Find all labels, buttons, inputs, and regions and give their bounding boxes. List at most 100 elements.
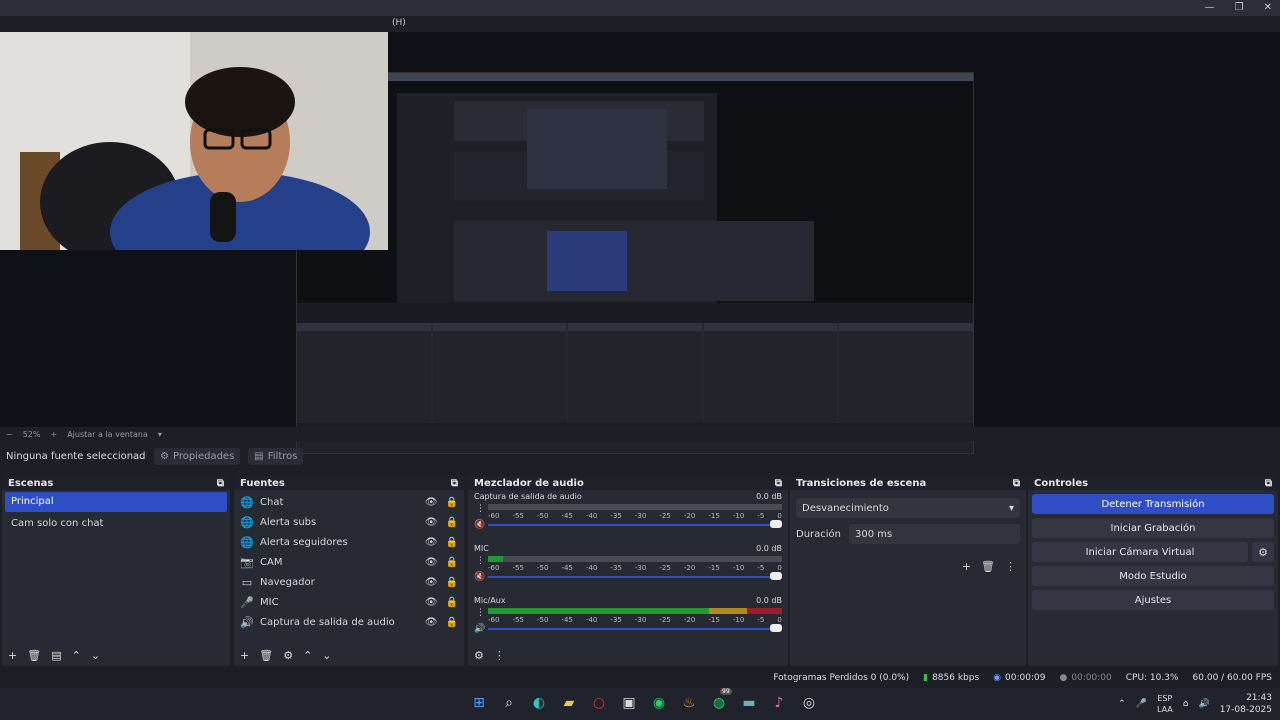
volume-slider[interactable] xyxy=(488,624,782,632)
source-item[interactable]: 🔊 Captura de salida de audio 👁 🔒 xyxy=(234,612,464,632)
record-time: 00:00:00 xyxy=(1071,673,1112,683)
chevron-up-icon[interactable]: ⌃ xyxy=(303,649,312,662)
eye-icon[interactable]: 👁 xyxy=(425,517,438,528)
search-icon[interactable]: ⌕ xyxy=(500,694,518,712)
trash-icon[interactable]: 🗑 xyxy=(259,649,273,662)
undock-icon[interactable]: ⧉ xyxy=(1013,478,1020,489)
duration-input[interactable]: 300 ms xyxy=(849,524,1020,544)
mixer-settings-icon[interactable]: ⚙ xyxy=(474,649,484,662)
muted-speaker-icon[interactable]: 🔇 xyxy=(474,520,485,530)
close-icon[interactable]: ✕ xyxy=(1264,2,1272,13)
properties-bar: Ninguna fuente seleccionad ⚙ Propiedades… xyxy=(0,444,1280,468)
undock-icon[interactable]: ⧉ xyxy=(451,478,458,489)
edge-icon[interactable]: ◐ xyxy=(530,694,548,712)
music-icon[interactable]: ♪ xyxy=(770,694,788,712)
lock-icon[interactable]: 🔒 xyxy=(446,537,458,548)
controls-title: Controles xyxy=(1034,477,1089,489)
kebab-menu-icon[interactable]: ⋮ xyxy=(476,608,485,618)
stop-stream-button[interactable]: Detener Transmisión xyxy=(1032,494,1274,514)
studio-mode-button[interactable]: Modo Estudio xyxy=(1032,566,1274,586)
virtual-camera-button[interactable]: Iniciar Cámara Virtual xyxy=(1032,542,1248,562)
volume-icon[interactable]: 🔊 xyxy=(1198,699,1209,709)
eye-icon[interactable]: 👁 xyxy=(425,577,438,588)
kebab-menu-icon[interactable]: ⋮ xyxy=(494,649,505,662)
zoom-in-icon[interactable]: + xyxy=(50,430,57,439)
zoom-out-icon[interactable]: − xyxy=(6,430,13,439)
terminal-icon[interactable]: ▬ xyxy=(740,694,758,712)
maximize-icon[interactable]: ❐ xyxy=(1235,2,1244,13)
clock[interactable]: 21:43 17-08-2025 xyxy=(1220,692,1272,716)
slider-handle[interactable] xyxy=(770,520,782,528)
source-item[interactable]: 🌐 Chat 👁 🔒 xyxy=(234,492,464,512)
undock-icon[interactable]: ⧉ xyxy=(775,478,782,489)
lock-icon[interactable]: 🔒 xyxy=(446,577,458,588)
scene-item[interactable]: Cam solo con chat xyxy=(5,514,227,534)
source-item[interactable]: 🎤 MIC 👁 🔒 xyxy=(234,592,464,612)
lock-icon[interactable]: 🔒 xyxy=(446,557,458,568)
preview-canvas[interactable] xyxy=(0,32,1280,454)
microphone-icon[interactable]: 🎤 xyxy=(1136,699,1147,709)
undock-icon[interactable]: ⧉ xyxy=(1265,478,1272,489)
filter-icon[interactable]: ▤ xyxy=(51,649,61,662)
fl-studio-icon[interactable]: ♨ xyxy=(680,694,698,712)
mixer-title: Mezclador de audio xyxy=(474,477,584,489)
kebab-menu-icon[interactable]: ⋮ xyxy=(476,504,485,514)
obs-icon[interactable]: ◎ xyxy=(800,694,818,712)
source-item[interactable]: ▭ Navegador 👁 🔒 xyxy=(234,572,464,592)
whatsapp-icon[interactable]: ◍ 99 xyxy=(710,688,732,712)
start-recording-button[interactable]: Iniciar Grabación xyxy=(1032,518,1274,538)
scene-item[interactable]: Principal xyxy=(5,492,227,512)
language-indicator[interactable]: ESP LAA xyxy=(1157,693,1173,715)
lock-icon[interactable]: 🔒 xyxy=(446,597,458,608)
channel-db: 0.0 dB xyxy=(756,596,782,605)
chevron-down-icon[interactable]: ⌄ xyxy=(91,649,100,662)
trash-icon[interactable]: 🗑 xyxy=(27,649,41,662)
undock-icon[interactable]: ⧉ xyxy=(217,478,224,489)
file-explorer-icon[interactable]: ▰ xyxy=(560,694,578,712)
trash-icon[interactable]: 🗑 xyxy=(981,560,995,573)
add-icon[interactable]: + xyxy=(8,649,17,662)
opera-icon[interactable]: ○ xyxy=(590,694,608,712)
sources-dock: Fuentes ⧉ 🌐 Chat 👁 🔒 🌐 Alerta subs 👁 🔒 🌐 Alerta… xyxy=(234,476,464,666)
settings-button[interactable]: Ajustes xyxy=(1032,590,1274,610)
gear-icon[interactable]: ⚙ xyxy=(283,649,293,662)
windows-start-icon[interactable]: ⊞ xyxy=(470,694,488,712)
source-item[interactable]: 🌐 Alerta subs 👁 🔒 xyxy=(234,512,464,532)
kebab-menu-icon[interactable]: ⋮ xyxy=(476,556,485,566)
lock-icon[interactable]: 🔒 xyxy=(446,497,458,508)
filter-icon: ▤ xyxy=(254,450,264,462)
lock-icon[interactable]: 🔒 xyxy=(446,517,458,528)
eye-icon[interactable]: 👁 xyxy=(425,537,438,548)
add-icon[interactable]: + xyxy=(962,560,971,573)
minimize-icon[interactable]: — xyxy=(1205,2,1215,13)
source-item[interactable]: 🌐 Alerta seguidores 👁 🔒 xyxy=(234,532,464,552)
eye-icon[interactable]: 👁 xyxy=(425,557,438,568)
volume-slider[interactable] xyxy=(488,572,782,580)
add-icon[interactable]: + xyxy=(240,649,249,662)
chevron-up-icon[interactable]: ⌃ xyxy=(72,649,81,662)
zoom-fit-label[interactable]: Ajustar a la ventana xyxy=(67,430,148,439)
volume-slider[interactable] xyxy=(488,520,782,528)
chevron-down-icon[interactable]: ▾ xyxy=(158,430,162,439)
spotify-icon[interactable]: ◉ xyxy=(650,694,668,712)
store-icon[interactable]: ▣ xyxy=(620,694,638,712)
lock-icon[interactable]: 🔒 xyxy=(446,617,458,628)
globe-icon: 🌐 xyxy=(240,515,254,529)
eye-icon[interactable]: 👁 xyxy=(425,597,438,608)
properties-button[interactable]: ⚙ Propiedades xyxy=(154,447,241,465)
slider-handle[interactable] xyxy=(770,572,782,580)
source-item[interactable]: 📷 CAM 👁 🔒 xyxy=(234,552,464,572)
slider-handle[interactable] xyxy=(770,624,782,632)
eye-icon[interactable]: 👁 xyxy=(425,617,438,628)
muted-speaker-icon[interactable]: 🔇 xyxy=(474,572,485,582)
kebab-menu-icon[interactable]: ⋮ xyxy=(1005,560,1016,573)
speaker-icon[interactable]: 🔊 xyxy=(474,624,485,634)
transition-select[interactable]: Desvanecimiento ▾ xyxy=(796,498,1020,518)
eye-icon[interactable]: 👁 xyxy=(425,497,438,508)
virtual-camera-settings-button[interactable]: ⚙ xyxy=(1252,542,1274,562)
chevron-up-icon[interactable]: ⌃ xyxy=(1118,699,1126,709)
system-tray: ⌃ 🎤 ESP LAA ⌂ 🔊 21:43 17-08-2025 xyxy=(1118,692,1272,716)
filters-button[interactable]: ▤ Filtros xyxy=(248,447,304,465)
chevron-down-icon[interactable]: ⌄ xyxy=(322,649,331,662)
network-icon[interactable]: ⌂ xyxy=(1183,699,1189,709)
